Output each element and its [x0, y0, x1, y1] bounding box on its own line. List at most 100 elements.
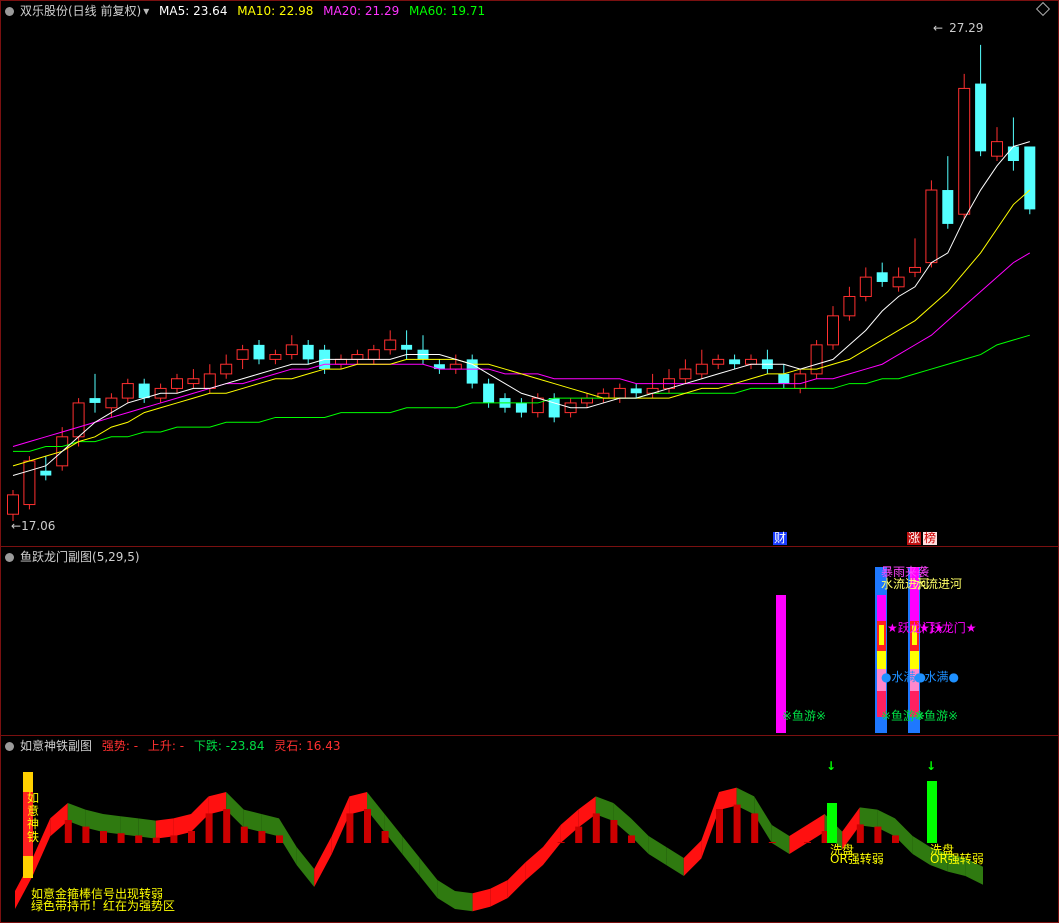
water-flow-label-2: 水流进河	[914, 577, 963, 591]
candle	[285, 335, 298, 360]
candle	[958, 73, 971, 220]
candle	[613, 383, 626, 403]
candle	[679, 359, 692, 384]
strength-bar	[557, 842, 565, 843]
candle	[72, 398, 85, 447]
ribbon-segment	[419, 858, 438, 898]
low-arrow-icon: ←	[11, 519, 22, 533]
strength-bar	[592, 813, 600, 843]
candle	[1007, 117, 1019, 171]
finance-marker[interactable]: 财	[773, 532, 788, 545]
ruyi-vertical-label: 如意神铁	[27, 791, 40, 844]
candle	[269, 349, 282, 365]
wash-bar-1	[827, 803, 837, 843]
ruyi-shentie-panel[interactable]: 如意神铁副图 强势: - 上升: - 下跌: -23.84 灵石: 16.43 …	[0, 735, 1059, 923]
strength-bar	[240, 826, 248, 843]
strength-bar	[258, 831, 266, 843]
strength-bar	[751, 813, 759, 843]
ribbon-segment	[789, 825, 807, 854]
candle	[991, 127, 1003, 161]
candle	[171, 373, 183, 394]
signal-note-2: 绿色带持币！红在为强势区	[31, 899, 176, 913]
ribbon-segment	[402, 836, 420, 876]
strength-bar	[716, 809, 723, 843]
ribbon-segment	[472, 888, 491, 912]
strength-bar	[276, 835, 283, 843]
candle	[827, 306, 839, 350]
candle	[925, 180, 938, 268]
main-chart-panel[interactable]: 双乐股份(日线 前复权) ▾ MA5: 23.64 MA10: 22.98 MA2…	[0, 0, 1059, 547]
candle	[515, 398, 527, 418]
strength-bar	[117, 833, 125, 843]
strength-bar	[100, 831, 107, 843]
strength-bar	[188, 831, 195, 843]
candle	[449, 354, 462, 374]
candle	[105, 393, 118, 418]
ribbon-segment	[490, 880, 508, 907]
strength-bar	[152, 837, 160, 843]
strength-bar	[768, 842, 776, 843]
candle	[761, 349, 773, 374]
ribbon-segment	[507, 862, 526, 898]
candle	[351, 349, 364, 365]
strength-bar	[64, 820, 72, 843]
candle	[335, 354, 347, 370]
fish-swim-label-3: ※鱼游※	[914, 709, 959, 723]
candle	[745, 354, 757, 370]
strength-bar	[628, 835, 635, 843]
candle	[778, 364, 790, 389]
candle	[253, 340, 265, 365]
or-weak-label-2: OR强转弱	[930, 852, 984, 866]
ranking-marker[interactable]: 榜	[923, 532, 938, 545]
jump-gate-label-2: ★跃龙门★	[919, 621, 977, 635]
ribbon-segment	[437, 880, 455, 909]
strength-bar	[892, 835, 899, 843]
candle	[630, 383, 642, 399]
candle	[712, 354, 725, 370]
candle	[810, 340, 823, 379]
strength-bar	[82, 826, 90, 843]
candle	[942, 156, 954, 229]
wash-bar-2	[927, 781, 937, 843]
candle	[302, 340, 314, 365]
strength-bar	[856, 824, 864, 843]
candle	[466, 354, 478, 389]
strength-bar	[223, 809, 231, 843]
strength-bar	[205, 813, 213, 843]
candlestick-chart[interactable]	[1, 1, 1058, 546]
strength-bar	[364, 809, 371, 843]
limit-up-marker[interactable]: 涨	[907, 532, 922, 545]
low-price-label: ←17.06	[11, 520, 55, 533]
ribbon-segment	[314, 836, 332, 887]
water-full-label-2: ●水满●	[914, 670, 959, 684]
candle	[236, 344, 249, 370]
candle	[23, 456, 36, 510]
candle	[909, 238, 921, 278]
ribbon-segment	[525, 847, 543, 881]
candle	[843, 286, 856, 321]
ma5-line	[12, 141, 1030, 476]
ma10-line	[12, 189, 1031, 467]
candle	[367, 344, 380, 365]
candle	[89, 373, 101, 413]
candle	[187, 369, 200, 389]
ribbon-segment	[543, 825, 561, 865]
candle	[581, 393, 593, 408]
candle	[975, 44, 987, 157]
low-price-value: 17.06	[21, 519, 56, 533]
strength-bar	[610, 820, 618, 843]
candle	[892, 267, 905, 292]
candle	[794, 369, 807, 394]
ribbon-segment	[296, 847, 315, 887]
ribbon-segment	[648, 836, 667, 865]
candle	[859, 267, 872, 302]
strength-bar	[381, 831, 389, 843]
strength-bar	[346, 813, 354, 843]
ribbon-segment	[666, 847, 684, 876]
candle	[7, 490, 19, 521]
strength-bar	[170, 835, 178, 843]
yuyue-longmen-panel[interactable]: 鱼跃龙门副图(5,29,5) ※鱼游※ ※鱼游※ ※鱼游※ ●水满● ●水满● …	[0, 546, 1059, 736]
candle	[729, 354, 741, 370]
candle	[40, 456, 52, 481]
candle	[121, 378, 134, 403]
